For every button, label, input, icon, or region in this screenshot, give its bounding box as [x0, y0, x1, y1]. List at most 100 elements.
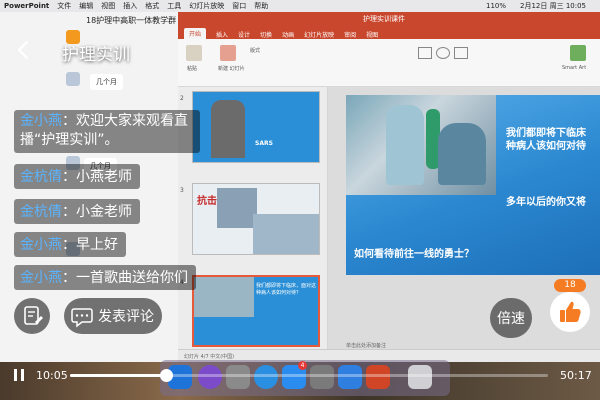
- slide-question: 如何看待前往一线的勇士？: [354, 249, 474, 260]
- like-button[interactable]: [550, 292, 590, 332]
- ppt-ribbon-tabs: 开始 插入 设计 切换 动画 幻灯片放映 审阅 视图: [178, 26, 600, 39]
- figure: [438, 123, 486, 185]
- tab-transitions[interactable]: 切换: [260, 30, 272, 39]
- playback-progress-bar[interactable]: [70, 369, 548, 382]
- slide-thumbnail-3[interactable]: 抗击: [192, 183, 320, 255]
- current-time: 10:05: [36, 369, 68, 382]
- menubar-window[interactable]: 窗口: [232, 1, 246, 11]
- new-slide-label: 新建 幻灯片: [218, 66, 245, 72]
- smartart-label: Smart Art: [562, 65, 587, 71]
- mail-icon[interactable]: [338, 365, 362, 389]
- powerpoint-icon[interactable]: [366, 365, 390, 389]
- comment-item: 金小燕：一首歌曲送给你们: [14, 265, 196, 290]
- playback-speed-button[interactable]: 倍速: [490, 298, 532, 338]
- pause-icon[interactable]: [12, 368, 26, 382]
- siri-icon[interactable]: [198, 365, 222, 389]
- shape-icon[interactable]: [418, 47, 432, 59]
- ppt-file-title: 护理实训课件: [363, 15, 405, 23]
- ppt-titlebar: 护理实训课件: [178, 12, 600, 26]
- launchpad-icon[interactable]: [226, 365, 250, 389]
- ppt-ribbon: 粘贴 新建 幻灯片 版式 Smart Art: [178, 39, 600, 87]
- avatar: [66, 72, 80, 86]
- comment-username[interactable]: 金杭倩: [20, 169, 62, 185]
- back-arrow-icon[interactable]: [16, 40, 30, 60]
- slide-thumbnail-4-selected[interactable]: 我们都即将下临床，面对这种病人该如何对待？: [192, 275, 320, 347]
- tab-review[interactable]: 审阅: [344, 30, 356, 39]
- powerpoint-window: 护理实训课件 开始 插入 设计 切换 动画 幻灯片放映 审阅 视图 粘贴 新建 …: [178, 12, 600, 362]
- comment-username[interactable]: 金杭倩: [20, 204, 62, 220]
- tab-animations[interactable]: 动画: [282, 30, 294, 39]
- staff-photo: [217, 188, 257, 228]
- tab-slideshow[interactable]: 幻灯片放映: [304, 30, 334, 39]
- tab-design[interactable]: 设计: [238, 30, 250, 39]
- slide-line: 多年以后的你又将: [506, 197, 586, 208]
- menubar-insert[interactable]: 插入: [123, 1, 137, 11]
- slide-number: 2: [180, 95, 184, 102]
- notes-button[interactable]: [14, 298, 50, 334]
- comment-bubble-icon: [71, 308, 93, 328]
- menubar-file[interactable]: 文件: [57, 1, 71, 11]
- shape-icon[interactable]: [436, 47, 450, 59]
- thumb-title: SARS: [255, 140, 273, 147]
- comment-text: ：小金老师: [62, 204, 132, 220]
- comment-username[interactable]: 金小燕: [20, 113, 62, 129]
- paste-label: 粘贴: [187, 66, 198, 72]
- macos-menubar: PowerPoint 文件 编辑 视图 插入 格式 工具 幻灯片放映 窗口 帮助…: [0, 0, 600, 12]
- settings-icon[interactable]: [310, 365, 334, 389]
- nurses-photo: [346, 95, 496, 195]
- slide-thumbnail-pane: 2 SARS 3 抗击 4 我们都即将下临床，面对这种病人该如何对待？: [178, 87, 328, 357]
- macos-dock: 4: [160, 360, 450, 396]
- thumbs-up-icon: [560, 301, 581, 322]
- slide-thumbnail-2[interactable]: SARS: [192, 91, 320, 163]
- comment-item: 金小燕：欢迎大家来观看直播“护理实训”。: [14, 110, 200, 153]
- live-room-title: 护理实训: [62, 45, 130, 65]
- figure: [386, 105, 424, 185]
- total-time: 50:17: [560, 369, 592, 382]
- menubar-clock: 2月12日 周三 10:05: [520, 2, 586, 10]
- slide-line: 种病人该如何对待: [506, 141, 586, 152]
- comment-username[interactable]: 金小燕: [20, 270, 62, 286]
- app-store-badge: 4: [298, 361, 307, 370]
- shape-icon[interactable]: [454, 47, 468, 59]
- safari-icon[interactable]: [254, 365, 278, 389]
- tab-insert[interactable]: 插入: [216, 30, 228, 39]
- speaker-photo: [211, 100, 245, 158]
- menubar-slideshow[interactable]: 幻灯片放映: [189, 1, 224, 11]
- menubar-edit[interactable]: 编辑: [79, 1, 93, 11]
- comment-text: ：早上好: [62, 237, 118, 253]
- slide-number: 3: [180, 187, 184, 194]
- comment-item: 金杭倩：小燕老师: [14, 164, 140, 189]
- menubar-view[interactable]: 视图: [101, 1, 115, 11]
- menubar-tools[interactable]: 工具: [167, 1, 181, 11]
- thumb-text: 我们都即将下临床，面对这种病人该如何对待？: [256, 283, 317, 296]
- post-comment-button[interactable]: 发表评论: [64, 298, 162, 334]
- post-comment-label: 发表评论: [98, 309, 154, 325]
- paste-icon[interactable]: [186, 45, 202, 61]
- smartart-icon[interactable]: [570, 45, 586, 61]
- comment-username[interactable]: 金小燕: [20, 237, 62, 253]
- like-count-badge: 18: [554, 279, 586, 292]
- tab-home[interactable]: 开始: [184, 28, 207, 39]
- menubar-app-name[interactable]: PowerPoint: [4, 2, 49, 10]
- trash-icon[interactable]: [408, 365, 432, 389]
- layout-label[interactable]: 版式: [250, 47, 260, 54]
- chat-bubble: 几个月: [90, 74, 123, 90]
- battery-indicator: 110%: [486, 2, 507, 10]
- slide-text-block: 我们都即将下临床 种病人该如何对待: [506, 127, 586, 153]
- staff-photo: [253, 214, 319, 254]
- current-slide[interactable]: 我们都即将下临床 种病人该如何对待 多年以后的你又将 如何看待前往一线的勇士？: [346, 95, 600, 275]
- nurses-photo: [194, 277, 254, 317]
- menubar-help[interactable]: 帮助: [254, 1, 268, 11]
- menubar-format[interactable]: 格式: [145, 1, 159, 11]
- comment-item: 金小燕：早上好: [14, 232, 126, 257]
- progress-handle[interactable]: [159, 369, 173, 382]
- progress-fill: [70, 374, 166, 377]
- comment-text: ：一首歌曲送给你们: [62, 270, 188, 286]
- comment-item: 金杭倩：小金老师: [14, 199, 140, 224]
- notes-placeholder[interactable]: 单击此处添加备注: [346, 342, 386, 349]
- tab-view[interactable]: 视图: [366, 30, 378, 39]
- new-slide-icon[interactable]: [220, 45, 236, 61]
- comment-text: ：小燕老师: [62, 169, 132, 185]
- document-edit-icon: [24, 306, 43, 325]
- thumb-title: 抗击: [197, 196, 217, 207]
